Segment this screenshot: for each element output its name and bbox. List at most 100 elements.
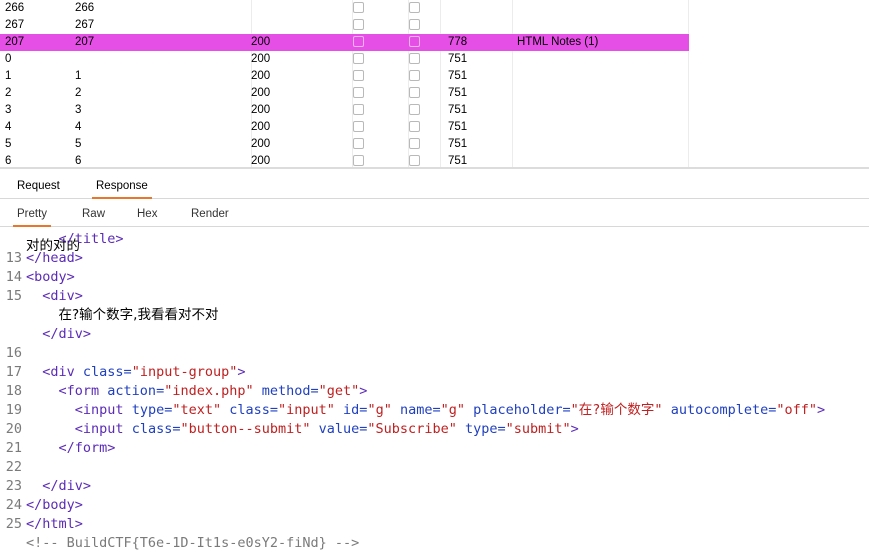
timeout-checkbox[interactable] (409, 138, 420, 149)
table-row[interactable]: 207 207 200 778 HTML Notes (1) (0, 34, 689, 51)
code-line: <!-- BuildCTF{T6e-1D-It1s-e0sY2-fiNd} --… (0, 534, 869, 553)
code-line: 16 (0, 344, 869, 363)
table-row[interactable]: 2 2 200 751 (0, 85, 869, 102)
table-row[interactable]: 6 6 200 751 (0, 153, 869, 167)
code-line: 24 </body> (0, 496, 869, 515)
status-cell: 200 (251, 53, 271, 65)
code-token: > (817, 402, 826, 418)
payload-cell: 207 (75, 36, 95, 48)
code-content: </body> (26, 496, 83, 515)
request-number-cell: 5 (5, 138, 12, 150)
table-row[interactable]: 1 1 200 751 (0, 68, 869, 85)
payload-cell: 266 (75, 2, 95, 14)
error-checkbox[interactable] (353, 87, 364, 98)
code-token: class= (82, 364, 132, 380)
timeout-checkbox[interactable] (409, 155, 420, 166)
table-row[interactable]: 5 5 200 751 (0, 136, 869, 153)
code-token: placeholder= (465, 402, 571, 418)
timeout-checkbox[interactable] (409, 87, 420, 98)
code-token: <div (42, 364, 83, 380)
error-checkbox[interactable] (353, 2, 364, 13)
code-token: > (237, 364, 246, 380)
tab-render[interactable]: Render (191, 207, 229, 221)
code-token: "在?输个数字" (570, 402, 663, 418)
code-content: <div class="input-group"> (26, 363, 246, 382)
timeout-checkbox[interactable] (409, 36, 420, 47)
timeout-checkbox[interactable] (409, 2, 420, 13)
code-token: "input-group" (131, 364, 238, 380)
response-code-editor[interactable]: 对的对的 </title> 13 </head> 14 <body> 15 <div> 在… (0, 227, 869, 554)
timeout-checkbox[interactable] (409, 104, 420, 115)
code-line: 23 </div> (0, 477, 869, 496)
status-cell: 200 (251, 70, 271, 82)
error-checkbox[interactable] (353, 53, 364, 64)
table-row[interactable]: 266 266 (0, 0, 869, 17)
payload-cell: 5 (75, 138, 82, 150)
timeout-checkbox[interactable] (409, 19, 420, 30)
code-token: </html> (26, 516, 83, 532)
code-line: 17 <div class="input-group"> (0, 363, 869, 382)
code-content: <!-- BuildCTF{T6e-1D-It1s-e0sY2-fiNd} --… (26, 534, 359, 553)
code-token: </head> (26, 250, 83, 266)
tab-response[interactable]: Response (92, 179, 152, 199)
length-cell: 751 (448, 104, 468, 116)
code-line: 20 <input class="button--submit" value="… (0, 420, 869, 439)
table-row[interactable]: 3 3 200 751 (0, 102, 869, 119)
payload-cell: 1 (75, 70, 82, 82)
error-checkbox[interactable] (353, 121, 364, 132)
error-checkbox[interactable] (353, 19, 364, 30)
error-checkbox[interactable] (353, 70, 364, 81)
error-checkbox[interactable] (353, 36, 364, 47)
line-number: 24 (5, 497, 22, 513)
tab-hex[interactable]: Hex (137, 207, 157, 221)
code-token: class= (131, 421, 181, 437)
code-token: <form (58, 383, 108, 399)
code-token: "text" (172, 402, 222, 418)
request-number-cell: 4 (5, 121, 12, 133)
code-token: method= (253, 383, 319, 399)
code-token: value= (310, 421, 368, 437)
code-content: <div> (26, 287, 83, 306)
length-cell: 751 (448, 53, 468, 65)
table-row[interactable]: 0 200 751 (0, 51, 869, 68)
code-token: "g" (367, 402, 392, 418)
tab-raw[interactable]: Raw (82, 207, 105, 221)
timeout-checkbox[interactable] (409, 121, 420, 132)
length-cell: 751 (448, 70, 468, 82)
status-cell: 200 (251, 104, 271, 116)
pane-divider[interactable] (0, 167, 869, 169)
code-token: <div> (42, 288, 83, 304)
request-number-cell: 1 (5, 70, 12, 82)
payload-cell: 3 (75, 104, 82, 116)
tab-pretty[interactable]: Pretty (12, 207, 52, 227)
timeout-checkbox[interactable] (409, 70, 420, 81)
code-content: <body> (26, 268, 75, 287)
line-number: 21 (5, 440, 22, 456)
code-token: "g" (440, 402, 465, 418)
code-content: </form> (26, 439, 116, 458)
error-checkbox[interactable] (353, 104, 364, 115)
code-token: 在?输个数字,我看看对不对 (58, 307, 219, 323)
code-content: <form action="index.php" method="get"> (26, 382, 368, 401)
table-row[interactable]: 4 4 200 751 (0, 119, 869, 136)
error-checkbox[interactable] (353, 155, 364, 166)
code-token: </body> (26, 497, 83, 513)
code-token: </div> (42, 326, 92, 342)
length-cell: 751 (448, 138, 468, 150)
code-token: type= (131, 402, 173, 418)
table-row[interactable]: 267 267 (0, 17, 869, 34)
tab-request[interactable]: Request (17, 179, 60, 193)
timeout-checkbox[interactable] (409, 53, 420, 64)
code-content: </head> (26, 249, 83, 268)
code-line: 22 (0, 458, 869, 477)
code-token: autocomplete= (662, 402, 777, 418)
request-number-cell: 207 (5, 36, 25, 48)
error-checkbox[interactable] (353, 138, 364, 149)
